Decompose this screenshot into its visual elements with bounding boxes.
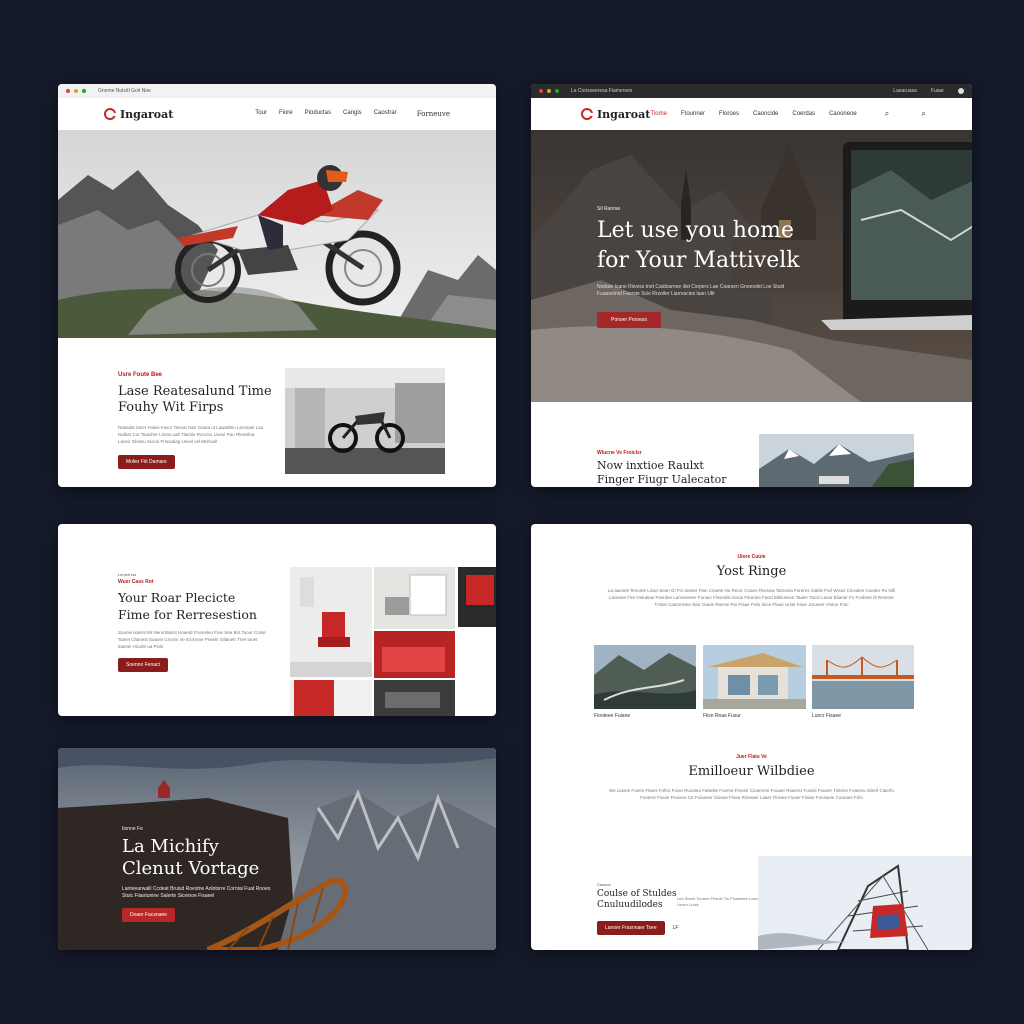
- section-body: Sounie Iioarnt Mr Nenii Biarnt Hoaetd Fr…: [118, 630, 266, 649]
- browser-title: Gnome Nutcitl Goit Noe: [98, 88, 151, 94]
- section-eyebrow: Wlucne Ve Froiclsr: [597, 450, 642, 456]
- landscape-gallery: Fiooteee Fuiane Fiisn Rnas Fusur Luncr F…: [594, 645, 914, 723]
- mountain-village-image: [759, 434, 914, 487]
- browser-link[interactable]: Fuaar: [931, 88, 944, 94]
- hero-body: Nodate Icane Riivess tnot Caidoarnoe ili…: [597, 284, 785, 297]
- hero-cta-button[interactable]: Ponoer Prooeso: [597, 312, 662, 328]
- gallery-item[interactable]: Fiisn Rnas Fusur: [703, 645, 806, 719]
- section-body-3: Lea Siaert Tooreer Fiianie Tin Fisaeetee…: [677, 896, 761, 907]
- hero-heading: Let use you home for Your Mattivelk: [597, 218, 800, 273]
- nav-item[interactable]: Coerdas: [792, 111, 815, 117]
- hero-image-motorcycle: [58, 130, 496, 338]
- website-mockup-mountain-bridge: Iionne Fe La Michify Clenut Vortage Lant…: [58, 748, 496, 950]
- content-section: Usre Foute Bee Lase Reatesalund Time Fou…: [58, 338, 496, 487]
- nav-item[interactable]: Cangis: [343, 110, 362, 118]
- section-heading-2: Emilloeur Wilbdiee: [688, 764, 815, 779]
- nav-menu: Tour Fiore Pioductas Cangis Caostrar For…: [255, 110, 450, 118]
- section-heading: Your Roar Plecicte Fime for Rerresestion: [118, 590, 257, 622]
- site-nav: Ingaroat Tlome Ftounner Floroes Caoncide…: [531, 98, 972, 130]
- ship-mast-image: [758, 856, 972, 950]
- maximize-dot[interactable]: [555, 89, 559, 93]
- website-mockup-interior: Lemsh Iss Wusr Cass Rot Your Roar Plecic…: [58, 524, 496, 716]
- section-eyebrow: Usre Foute Bee: [118, 372, 163, 378]
- cta-button[interactable]: Molier Fiit Damare: [118, 455, 175, 469]
- section-eyebrow-3: Caosca: [597, 882, 611, 887]
- gallery-caption: Fiisn Rnas Fusur: [703, 713, 741, 719]
- gallery-caption: Luncr Fisaee: [812, 713, 841, 719]
- nav-menu: Tlome Ftounner Floroes Caoncide Coerdas …: [650, 109, 925, 119]
- hero-eyebrow: Iionne Fe: [122, 826, 143, 832]
- nav-item-right[interactable]: Forneuve: [417, 110, 450, 118]
- minimize-dot[interactable]: [74, 89, 78, 93]
- garage-motorcycle-image: [285, 368, 445, 474]
- close-dot[interactable]: [539, 89, 543, 93]
- hero-eyebrow: Sil Ranrae: [597, 206, 621, 212]
- website-mockup-landscapes: Uiore Cuuie Yost Ringe La aaeseit Tenont…: [531, 524, 972, 950]
- interior-gallery: [290, 567, 496, 716]
- hero-body: Lanteearwalil Ccdeat Bruisd Roestne Aolo…: [122, 886, 271, 899]
- site-logo[interactable]: Ingaroat: [581, 108, 650, 121]
- section-eyebrow-2: Juer Flaiu Ve: [736, 754, 767, 760]
- hero-cta-button[interactable]: Doaer Facsnaee: [122, 908, 175, 922]
- website-mockup-castle: La Corisseeresa Fiamerees Laearuasa Fuaa…: [531, 84, 972, 487]
- section-body: La aaeseit Tenonte Lisan Sean Gi Fro Ian…: [608, 588, 895, 607]
- nav-item-active[interactable]: Tlome: [650, 111, 667, 117]
- cta-extra-link[interactable]: LF: [673, 925, 679, 931]
- nav-item[interactable]: Fiore: [279, 110, 293, 118]
- browser-chrome: Gnome Nutcitl Goit Noe: [58, 84, 496, 98]
- section-eyebrow-small: Lemsh Iss: [118, 572, 137, 577]
- nav-item[interactable]: Caooneoe: [829, 111, 857, 117]
- site-nav: Ingaroat Tour Fiore Pioductas Cangis Cao…: [58, 98, 496, 130]
- nav-item[interactable]: Ftounner: [681, 111, 705, 117]
- content-section: Wlucne Ve Froiclsr Now inxtioe Raulxt Fi…: [531, 402, 972, 487]
- close-dot[interactable]: [66, 89, 70, 93]
- minimize-dot[interactable]: [547, 89, 551, 93]
- browser-link[interactable]: Laearuasa: [893, 88, 917, 94]
- section-body-2: We Liasee Foeen Fitaes Fofeo Foioe Ruost…: [608, 788, 895, 800]
- browser-title: La Corisseeresa Fiamerees: [571, 88, 633, 94]
- gallery-item[interactable]: Fiooteee Fuiane: [594, 645, 696, 719]
- gallery-item[interactable]: Luncr Fisaee: [812, 645, 914, 719]
- section-heading: Now inxtioe Raulxt Finger Fiugr Ualecato…: [597, 459, 727, 486]
- hero-castle: Sil Ranrae Let use you home for Your Mat…: [531, 130, 972, 402]
- section-heading: Lase Reatesalund Time Fouhy Wit Firps: [118, 384, 272, 415]
- site-logo[interactable]: Ingaroat: [104, 108, 173, 121]
- nav-item[interactable]: Floroes: [719, 111, 739, 117]
- cta-button[interactable]: Soenno Fenact: [118, 658, 168, 672]
- user-icon[interactable]: [958, 88, 964, 94]
- search-icon-secondary[interactable]: ⌕: [921, 109, 925, 119]
- website-mockup-motorcycle: Gnome Nutcitl Goit Noe Ingaroat Tour Fio…: [58, 84, 496, 487]
- cta-button[interactable]: Lanoer Frasnnaer Tsee: [597, 921, 665, 935]
- logo-icon: [104, 108, 116, 120]
- nav-item[interactable]: Caostrar: [374, 110, 397, 118]
- logo-icon: [581, 108, 593, 120]
- hero-heading: La Michify Clenut Vortage: [122, 836, 260, 879]
- gallery-caption: Fiooteee Fuiane: [594, 713, 631, 719]
- search-icon[interactable]: ⌕: [885, 109, 889, 119]
- section-heading: Yost Ringe: [716, 564, 787, 579]
- section-eyebrow: Wusr Cass Rot: [118, 579, 154, 585]
- section-eyebrow: Uiore Cuuie: [737, 554, 766, 560]
- nav-item[interactable]: Pioductas: [305, 110, 331, 118]
- nav-item[interactable]: Caoncide: [753, 111, 778, 117]
- browser-chrome: La Corisseeresa Fiamerees Laearuasa Fuaa…: [531, 84, 972, 98]
- maximize-dot[interactable]: [82, 89, 86, 93]
- nav-item[interactable]: Tour: [255, 110, 267, 118]
- section-body: Raasdar laner Falwe Favor Tsenar Nair Ga…: [118, 425, 264, 444]
